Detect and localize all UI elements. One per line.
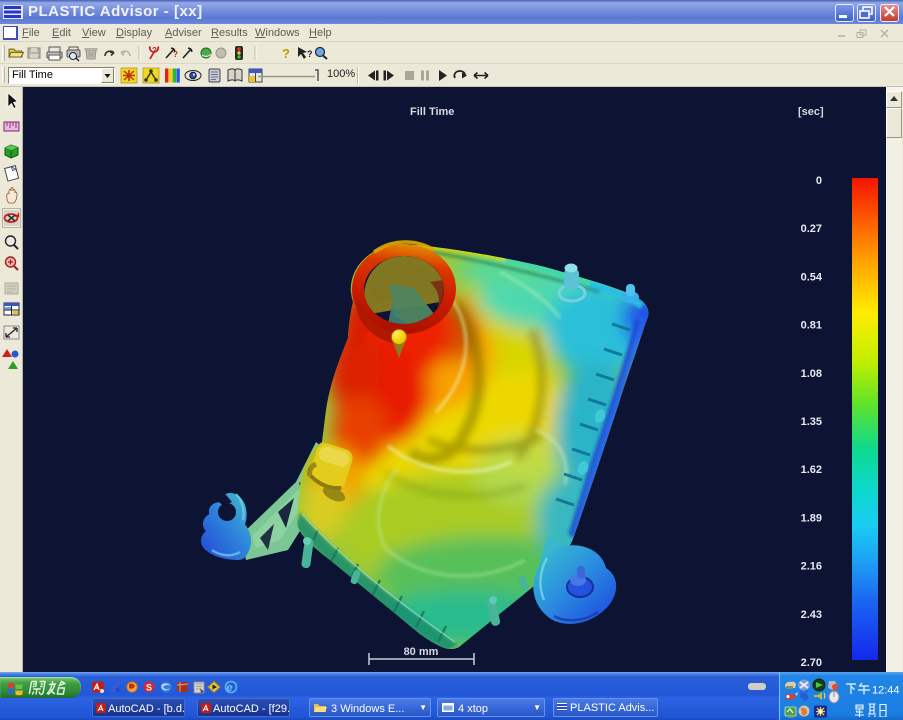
- svg-text:0.54: 0.54: [801, 271, 823, 283]
- svg-text:?: ?: [173, 50, 178, 59]
- svg-text:?: ?: [282, 46, 290, 61]
- svg-text:1.08: 1.08: [801, 368, 822, 380]
- svg-text:0: 0: [816, 175, 822, 187]
- svg-text:2.70: 2.70: [801, 657, 822, 669]
- svg-text:S: S: [146, 683, 152, 693]
- svg-text:2.43: 2.43: [801, 609, 822, 621]
- svg-text:?: ?: [307, 49, 313, 59]
- svg-text:12:44: 12:44: [872, 685, 900, 697]
- svg-text:1.35: 1.35: [801, 416, 822, 428]
- svg-text:1.89: 1.89: [801, 512, 822, 524]
- svg-text:?: ?: [152, 46, 157, 55]
- svg-text:0.27: 0.27: [801, 223, 822, 235]
- svg-text:1.62: 1.62: [801, 464, 822, 476]
- svg-text:80 mm: 80 mm: [404, 646, 439, 658]
- svg-text:2.16: 2.16: [801, 561, 822, 573]
- svg-text:0.81: 0.81: [801, 320, 822, 332]
- svg-text:e: e: [227, 682, 233, 694]
